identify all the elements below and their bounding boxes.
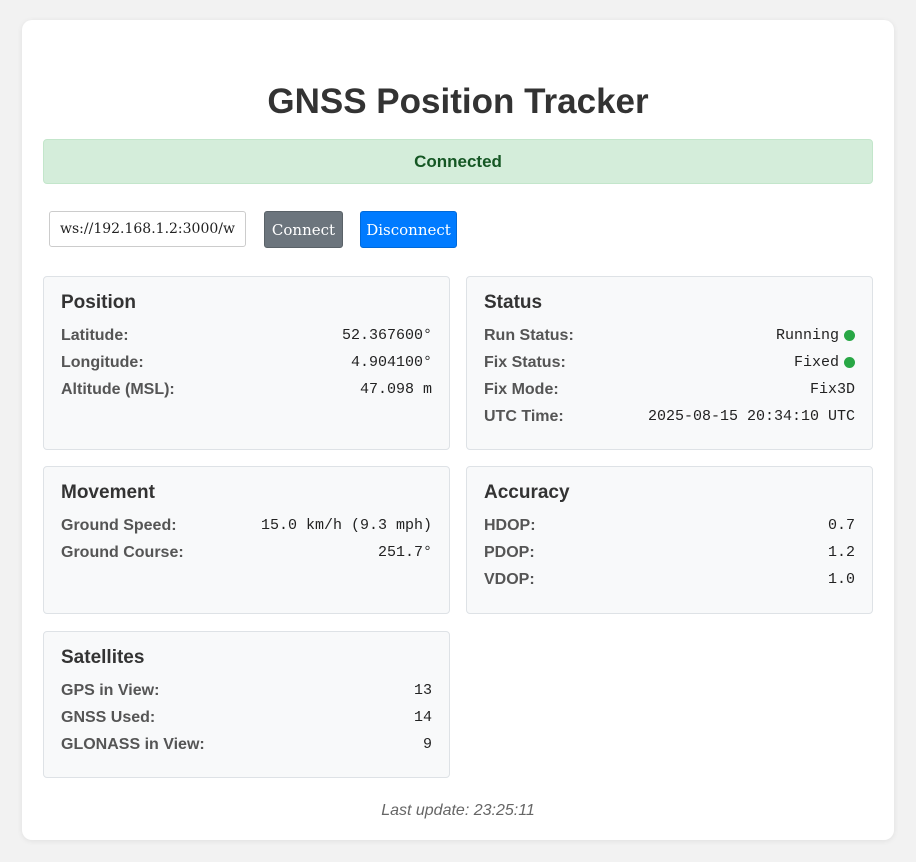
satellites-heading: Satellites bbox=[61, 647, 145, 668]
gnss-used-label: GNSS Used: bbox=[61, 708, 156, 726]
latitude-value: 52.367600° bbox=[341, 327, 432, 344]
run-status-value-wrap: Running bbox=[776, 327, 855, 344]
fix-mode-label: Fix Mode: bbox=[484, 380, 559, 398]
gps-in-view-row: GPS in View: 13 bbox=[61, 677, 432, 704]
fix-status-value-wrap: Fixed bbox=[794, 354, 855, 371]
longitude-value: 4.904100° bbox=[350, 354, 432, 371]
glonass-in-view-value: 9 bbox=[422, 736, 432, 753]
fix-status-row: Fix Status: Fixed bbox=[484, 349, 855, 376]
accuracy-heading: Accuracy bbox=[484, 482, 570, 503]
position-panel: Position Latitude: 52.367600° Longitude:… bbox=[43, 276, 450, 450]
latitude-row: Latitude: 52.367600° bbox=[61, 322, 432, 349]
tracker-card: GNSS Position Tracker Connected Connect … bbox=[22, 20, 894, 840]
accuracy-panel: Accuracy HDOP: 0.7 PDOP: 1.2 VDOP: 1.0 bbox=[466, 466, 873, 614]
run-status-value: Running bbox=[775, 327, 839, 344]
ground-speed-label: Ground Speed: bbox=[61, 516, 177, 534]
utc-time-label: UTC Time: bbox=[484, 407, 564, 425]
run-status-indicator-icon bbox=[844, 330, 855, 341]
gps-in-view-value: 13 bbox=[413, 682, 432, 699]
websocket-url-input[interactable] bbox=[49, 211, 246, 247]
ground-speed-row: Ground Speed: 15.0 km/h (9.3 mph) bbox=[61, 512, 432, 539]
fix-mode-row: Fix Mode: Fix3D bbox=[484, 376, 855, 403]
altitude-value: 47.098 m bbox=[359, 381, 432, 398]
fix-status-label: Fix Status: bbox=[484, 353, 566, 371]
utc-time-value: 2025-08-15 20:34:10 UTC bbox=[647, 408, 855, 425]
connect-button[interactable]: Connect bbox=[264, 211, 343, 248]
position-heading: Position bbox=[61, 292, 136, 313]
fix-status-indicator-icon bbox=[844, 357, 855, 368]
run-status-label: Run Status: bbox=[484, 326, 574, 344]
hdop-value: 0.7 bbox=[827, 517, 855, 534]
ground-course-value: 251.7° bbox=[377, 544, 432, 561]
satellites-panel: Satellites GPS in View: 13 GNSS Used: 14… bbox=[43, 631, 450, 778]
hdop-label: HDOP: bbox=[484, 516, 536, 534]
pdop-value: 1.2 bbox=[827, 544, 855, 561]
altitude-label: Altitude (MSL): bbox=[61, 380, 175, 398]
altitude-row: Altitude (MSL): 47.098 m bbox=[61, 376, 432, 403]
longitude-row: Longitude: 4.904100° bbox=[61, 349, 432, 376]
glonass-in-view-label: GLONASS in View: bbox=[61, 735, 205, 753]
latitude-label: Latitude: bbox=[61, 326, 129, 344]
movement-heading: Movement bbox=[61, 482, 155, 503]
run-status-row: Run Status: Running bbox=[484, 322, 855, 349]
ground-course-label: Ground Course: bbox=[61, 543, 184, 561]
fix-status-value: Fixed bbox=[793, 354, 839, 371]
page-title: GNSS Position Tracker bbox=[267, 82, 649, 121]
ground-course-row: Ground Course: 251.7° bbox=[61, 539, 432, 566]
gnss-used-row: GNSS Used: 14 bbox=[61, 704, 432, 731]
vdop-value: 1.0 bbox=[827, 571, 855, 588]
hdop-row: HDOP: 0.7 bbox=[484, 512, 855, 539]
gnss-used-value: 14 bbox=[413, 709, 432, 726]
movement-panel: Movement Ground Speed: 15.0 km/h (9.3 mp… bbox=[43, 466, 450, 614]
pdop-label: PDOP: bbox=[484, 543, 535, 561]
fix-mode-value: Fix3D bbox=[809, 381, 855, 398]
vdop-row: VDOP: 1.0 bbox=[484, 566, 855, 593]
status-heading: Status bbox=[484, 292, 543, 313]
connection-status-banner: Connected bbox=[43, 139, 873, 184]
gps-in-view-label: GPS in View: bbox=[61, 681, 160, 699]
last-update-text: Last update: 23:25:11 bbox=[381, 802, 535, 819]
vdop-label: VDOP: bbox=[484, 570, 535, 588]
ground-speed-value: 15.0 km/h (9.3 mph) bbox=[260, 517, 432, 534]
glonass-in-view-row: GLONASS in View: 9 bbox=[61, 731, 432, 758]
status-panel: Status Run Status: Running Fix Status: F… bbox=[466, 276, 873, 450]
disconnect-button[interactable]: Disconnect bbox=[360, 211, 457, 248]
pdop-row: PDOP: 1.2 bbox=[484, 539, 855, 566]
longitude-label: Longitude: bbox=[61, 353, 144, 371]
utc-time-row: UTC Time: 2025-08-15 20:34:10 UTC bbox=[484, 403, 855, 430]
